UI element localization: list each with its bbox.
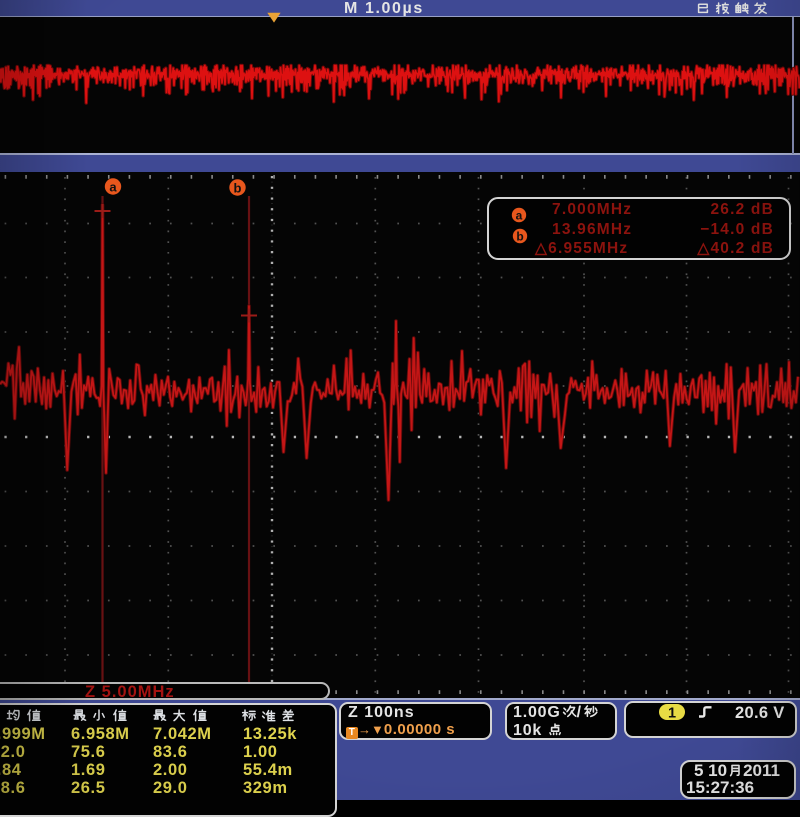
svg-text:a: a	[109, 180, 117, 195]
svg-text:b: b	[516, 230, 523, 244]
svg-text:a: a	[516, 209, 523, 223]
svg-text:b: b	[234, 181, 242, 196]
svg-text:1: 1	[668, 706, 676, 722]
